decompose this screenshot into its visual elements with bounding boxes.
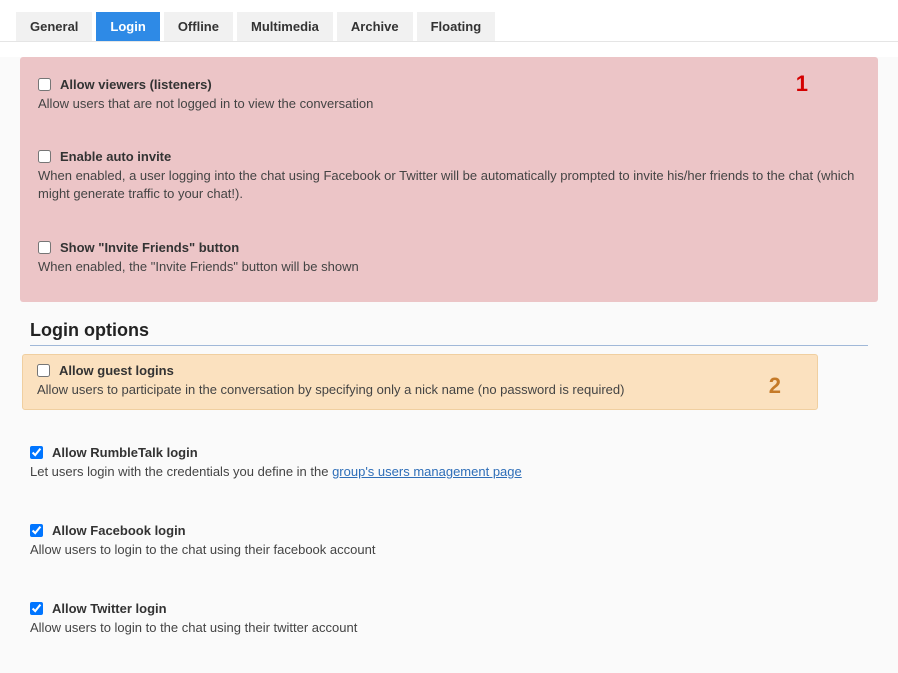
checkbox-invite-friends[interactable] [38, 241, 51, 254]
desc-guest-logins: Allow users to participate in the conver… [37, 381, 803, 399]
option-facebook-login: Allow Facebook login Allow users to logi… [0, 508, 898, 564]
option-guest-logins: Allow guest logins Allow users to partic… [35, 363, 805, 399]
desc-twitter-login: Allow users to login to the chat using t… [30, 619, 868, 637]
tabs-bar: General Login Offline Multimedia Archive… [0, 0, 898, 42]
checkbox-auto-invite[interactable] [38, 150, 51, 163]
option-auto-invite: Enable auto invite When enabled, a user … [34, 139, 864, 211]
desc-auto-invite: When enabled, a user logging into the ch… [38, 167, 860, 203]
desc-allow-viewers: Allow users that are not logged in to vi… [38, 95, 860, 113]
option-invite-friends: Show "Invite Friends" button When enable… [34, 230, 864, 284]
desc-rumbletalk-login: Let users login with the credentials you… [30, 463, 868, 481]
checkbox-guest-logins[interactable] [37, 364, 50, 377]
annotation-2: 2 [769, 373, 781, 399]
tab-floating[interactable]: Floating [417, 12, 496, 41]
label-invite-friends: Show "Invite Friends" button [60, 240, 239, 255]
tab-offline[interactable]: Offline [164, 12, 233, 41]
option-allow-viewers: Allow viewers (listeners) Allow users th… [34, 67, 864, 121]
label-facebook-login: Allow Facebook login [52, 523, 186, 538]
tab-multimedia[interactable]: Multimedia [237, 12, 333, 41]
label-rumbletalk-login: Allow RumbleTalk login [52, 445, 198, 460]
highlighted-section-2: 2 Allow guest logins Allow users to part… [22, 354, 818, 410]
desc-facebook-login: Allow users to login to the chat using t… [30, 541, 868, 559]
label-guest-logins: Allow guest logins [59, 363, 174, 378]
tab-archive[interactable]: Archive [337, 12, 413, 41]
checkbox-facebook-login[interactable] [30, 524, 43, 537]
login-options-heading: Login options [30, 320, 149, 340]
checkbox-twitter-login[interactable] [30, 602, 43, 615]
tab-general[interactable]: General [16, 12, 92, 41]
content-panel: 1 Allow viewers (listeners) Allow users … [0, 57, 898, 673]
label-twitter-login: Allow Twitter login [52, 601, 167, 616]
label-auto-invite: Enable auto invite [60, 149, 171, 164]
annotation-1: 1 [796, 71, 808, 97]
link-group-users-management[interactable]: group's users management page [332, 464, 522, 479]
checkbox-allow-viewers[interactable] [38, 78, 51, 91]
label-allow-viewers: Allow viewers (listeners) [60, 77, 212, 92]
highlighted-section-1: 1 Allow viewers (listeners) Allow users … [20, 57, 878, 302]
option-rumbletalk-login: Allow RumbleTalk login Let users login w… [0, 430, 898, 486]
option-twitter-login: Allow Twitter login Allow users to login… [0, 586, 898, 642]
desc-invite-friends: When enabled, the "Invite Friends" butto… [38, 258, 860, 276]
checkbox-rumbletalk-login[interactable] [30, 446, 43, 459]
tab-login[interactable]: Login [96, 12, 159, 41]
section-heading-row: Login options [30, 320, 868, 346]
